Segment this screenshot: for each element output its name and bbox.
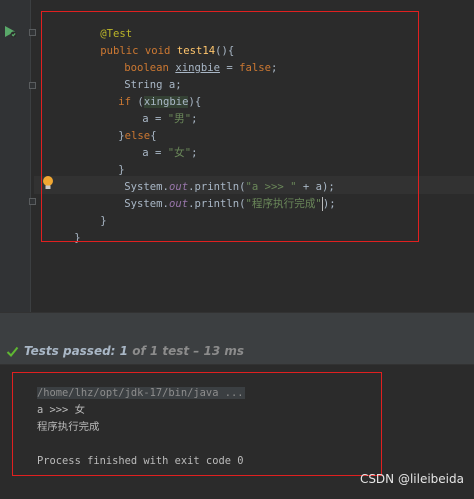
- watermark: CSDN @lileibeida: [359, 472, 464, 486]
- test-duration: 13 ms: [203, 344, 245, 358]
- tests-passed-count: 1: [119, 344, 129, 358]
- highlight-box: [12, 372, 382, 476]
- check-icon: [6, 346, 19, 357]
- fold-marker-icon[interactable]: [29, 82, 36, 89]
- tests-passed-label: Tests passed:: [24, 344, 120, 358]
- fold-marker-icon[interactable]: [29, 29, 36, 36]
- ide-window: @Test public void test14(){ boolean xing…: [0, 0, 474, 499]
- separator: –: [189, 344, 204, 358]
- tests-total: of 1 test: [128, 344, 190, 358]
- fold-marker-icon[interactable]: [29, 198, 36, 205]
- panel-splitter[interactable]: [0, 312, 474, 338]
- tests-passed-text: Tests passed: 1 of 1 test – 13 ms: [24, 338, 244, 364]
- test-status-bar: Tests passed: 1 of 1 test – 13 ms: [0, 338, 474, 365]
- code-editor[interactable]: @Test public void test14(){ boolean xing…: [0, 0, 474, 312]
- run-test-icon[interactable]: [4, 25, 17, 38]
- editor-gutter: [0, 0, 31, 312]
- highlight-box: [41, 11, 419, 242]
